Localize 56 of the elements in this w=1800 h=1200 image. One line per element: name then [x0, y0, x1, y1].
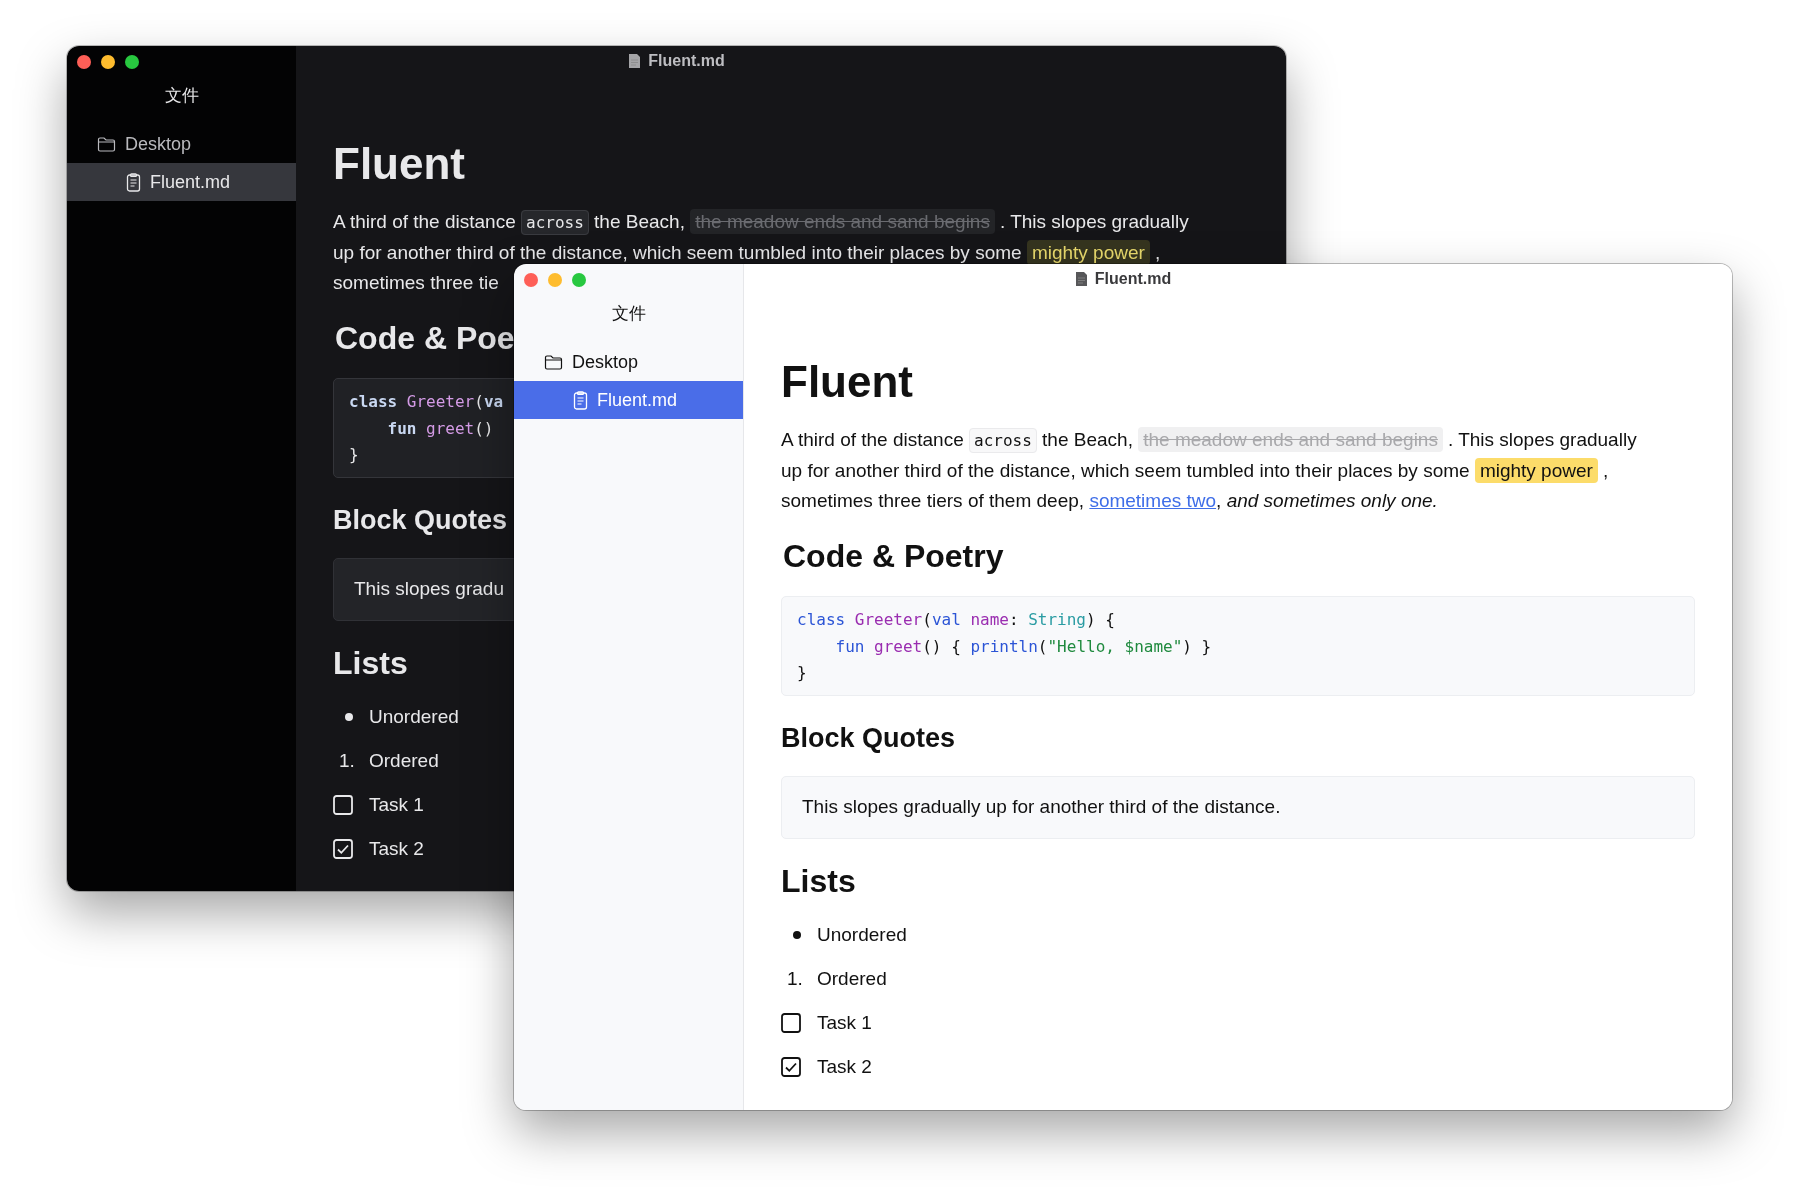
sidebar-item[interactable]: Desktop [514, 343, 743, 381]
section-heading: Block Quotes [333, 503, 508, 537]
inline-code: across [969, 428, 1037, 453]
list-item-text: Ordered [369, 749, 439, 772]
sidebar-header: 文件 [164, 85, 199, 107]
zoom-button[interactable] [125, 55, 139, 69]
code-line: fun greet() { println("Hello, $name") } [834, 635, 1212, 658]
sidebar-item[interactable]: Desktop [67, 125, 296, 163]
highlighted-text: mighty power [1026, 240, 1150, 265]
list-number: 1. [787, 967, 803, 990]
code-line: class Greeter(val name: String) { [797, 609, 1115, 631]
folder-icon [544, 354, 563, 370]
code-line: } [797, 662, 807, 684]
bullet-icon [345, 712, 353, 721]
document-icon [1074, 271, 1088, 287]
minimize-button[interactable] [101, 55, 115, 69]
folder-icon [97, 136, 116, 152]
sidebar-header: 文件 [611, 303, 646, 325]
section-heading: Block Quotes [781, 721, 956, 755]
sidebar-item[interactable]: Fluent.md [514, 381, 743, 419]
list-item-text: Task 2 [369, 837, 424, 860]
window-title: Fluent.md [1074, 270, 1172, 288]
document-icon [628, 53, 642, 69]
list-item-text: Task 1 [369, 793, 424, 816]
checkbox[interactable] [781, 1012, 801, 1033]
code-line: class Greeter(va [349, 391, 504, 413]
section-heading: Lists [781, 861, 856, 901]
quote-text: This slopes gradu [354, 578, 504, 600]
list-number: 1. [339, 749, 355, 772]
section-heading: Lists [333, 643, 408, 683]
highlighted-text: mighty power [1474, 458, 1598, 483]
list-item-text: Unordered [817, 923, 907, 946]
close-button[interactable] [77, 55, 91, 69]
window-title: Fluent.md [628, 52, 725, 70]
sidebar-item[interactable]: Fluent.md [67, 163, 296, 201]
section-heading: Code & Poetry [782, 537, 1004, 576]
quote-text: This slopes gradually up for another third of the distance. [802, 796, 1281, 818]
list-item-text: Task 2 [817, 1055, 872, 1078]
code-line: } [349, 444, 359, 466]
strikethrough-text: the meadow ends and sand begins [1138, 427, 1443, 452]
document-title: Fluent [781, 356, 913, 408]
section-heading: Code & Poe [334, 319, 515, 358]
document-icon [126, 172, 141, 192]
document-title: Fluent [333, 138, 465, 190]
list-item-text: Unordered [369, 705, 459, 728]
strikethrough-text: the meadow ends and sand begins [690, 209, 995, 234]
list-item-text: Task 1 [817, 1011, 872, 1034]
code-line: fun greet() [386, 417, 494, 440]
bullet-icon [793, 930, 801, 939]
document-icon [573, 390, 588, 410]
paragraph: A third of the distance across the Beach, the meadow ends and sand begins . This slopes gradually up for another third of the distance, which seem tumbled into their places by some mighty power , sometimes three tiers of them deep, sometimes two, and sometimes only one. [781, 426, 1637, 513]
list-item-text: Ordered [817, 967, 887, 990]
link[interactable]: sometimes two [1089, 490, 1217, 511]
inline-code: across [521, 210, 589, 235]
checkbox[interactable] [781, 1056, 801, 1077]
close-button[interactable] [524, 273, 538, 287]
